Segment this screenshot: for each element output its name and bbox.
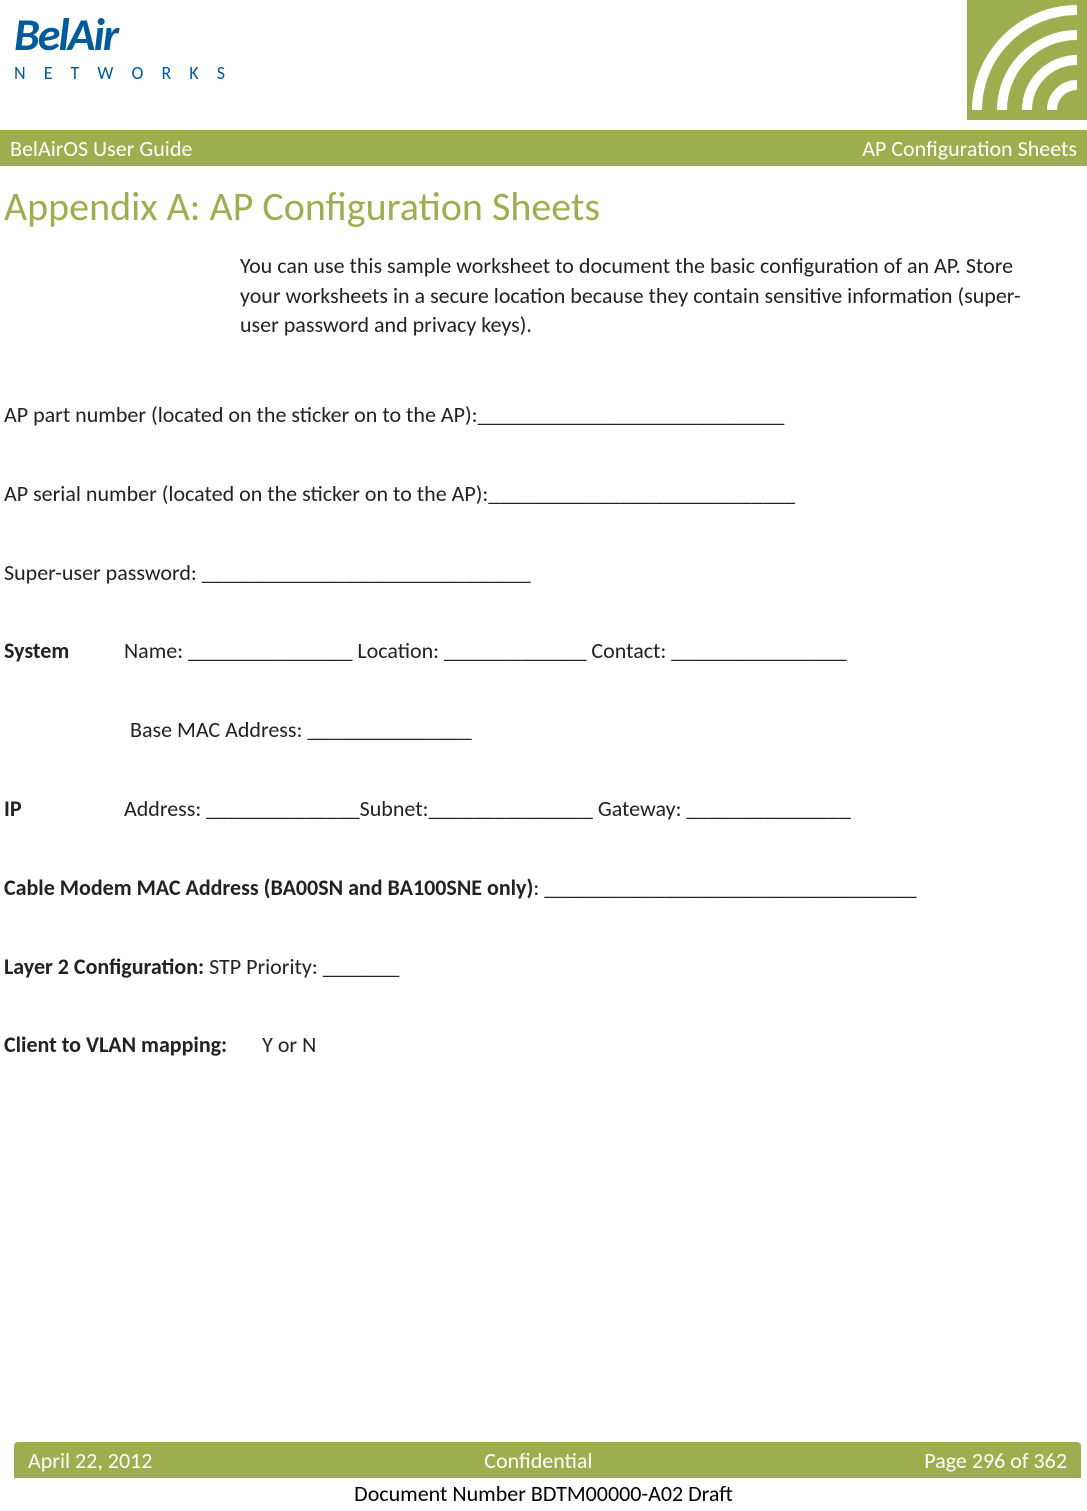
cable-modem-line: Cable Modem MAC Address (BA00SN and BA10… xyxy=(4,873,1083,904)
layer2-rest: STP Priority: _______ xyxy=(204,953,399,980)
cable-modem-label: Cable Modem MAC Address (BA00SN and BA10… xyxy=(4,874,533,901)
system-label: System xyxy=(4,636,119,667)
ip-label: IP xyxy=(4,794,119,825)
belair-logo: BelAir N E T W O R K S xyxy=(14,12,232,84)
header-banner: BelAirOS User Guide AP Configuration She… xyxy=(0,130,1087,166)
document-page: BelAir N E T W O R K S BelAirOS User Gui… xyxy=(0,0,1087,1511)
page-title: Appendix A: AP Configuration Sheets xyxy=(4,182,1087,231)
ip-row: IP Address: ______________Subnet:_______… xyxy=(4,794,1083,825)
footer-date: April 22, 2012 xyxy=(28,1447,152,1474)
system-row: System Name: _______________ Location: _… xyxy=(4,636,1083,667)
vlan-value: Y or N xyxy=(262,1031,316,1058)
logo-text-networks: N E T W O R K S xyxy=(14,62,232,84)
layer2-line: Layer 2 Configuration: STP Priority: ___… xyxy=(4,952,1083,983)
banner-right: AP Configuration Sheets xyxy=(862,135,1077,162)
wifi-arc-icon xyxy=(967,0,1087,120)
document-number: Document Number BDTM00000-A02 Draft xyxy=(0,1478,1087,1511)
system-fields: Name: _______________ Location: ________… xyxy=(124,637,847,664)
worksheet-form: AP part number (located on the sticker o… xyxy=(0,400,1087,1061)
base-mac-line: Base MAC Address: _______________ xyxy=(130,715,1083,746)
vlan-mapping-line: Client to VLAN mapping: Y or N xyxy=(4,1030,1083,1061)
layer2-label: Layer 2 Configuration: xyxy=(4,953,204,980)
cable-modem-blank: : __________________________________ xyxy=(533,874,916,901)
vlan-label: Client to VLAN mapping: xyxy=(4,1031,227,1058)
ap-part-number-line: AP part number (located on the sticker o… xyxy=(4,400,1083,431)
header-area: BelAir N E T W O R K S xyxy=(0,0,1087,130)
logo-text-belair: BelAir xyxy=(14,12,232,58)
ip-fields: Address: ______________Subnet:__________… xyxy=(124,795,851,822)
intro-paragraph: You can use this sample worksheet to doc… xyxy=(240,251,1047,340)
footer-bar: April 22, 2012 Confidential Page 296 of … xyxy=(14,1442,1081,1478)
banner-left: BelAirOS User Guide xyxy=(10,135,192,162)
ap-serial-number-line: AP serial number (located on the sticker… xyxy=(4,479,1083,510)
footer-confidential: Confidential xyxy=(484,1447,592,1474)
footer: April 22, 2012 Confidential Page 296 of … xyxy=(0,1442,1087,1511)
footer-page: Page 296 of 362 xyxy=(924,1447,1067,1474)
super-user-password-line: Super-user password: ___________________… xyxy=(4,558,1083,589)
